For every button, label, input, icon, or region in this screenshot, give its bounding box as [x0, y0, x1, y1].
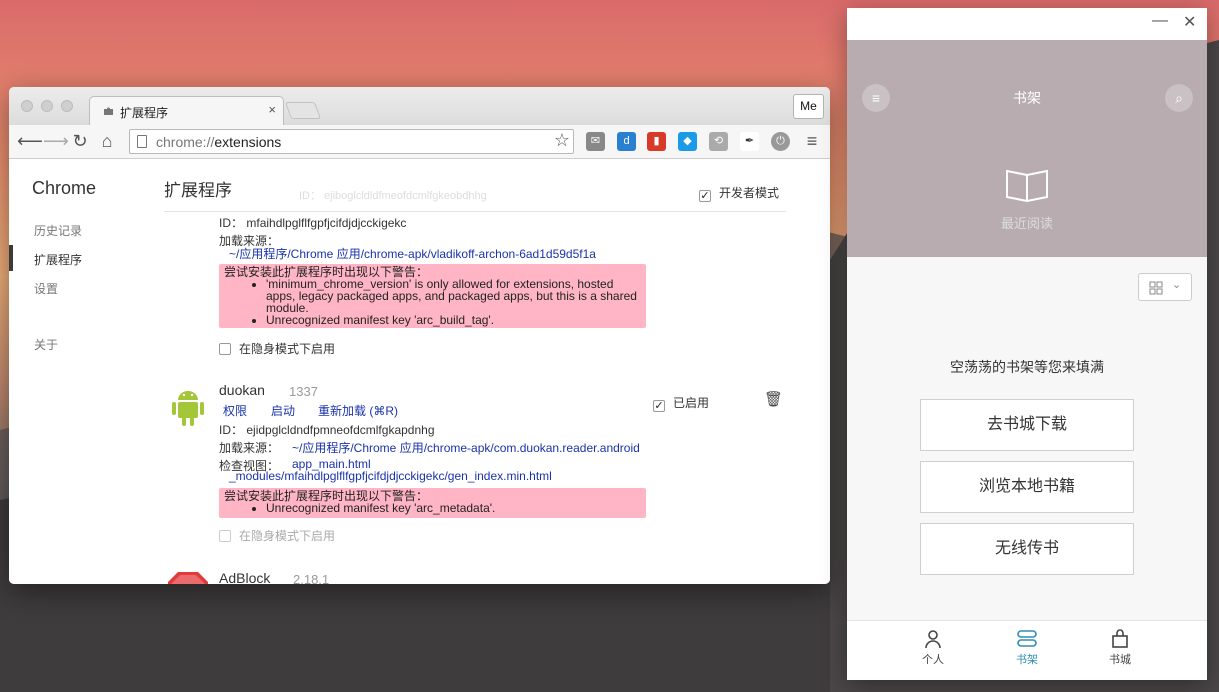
sidebar-item-settings[interactable]: 设置: [34, 280, 58, 297]
reader-title-bar: — ✕: [847, 8, 1207, 40]
ext2-inspect-view-link[interactable]: _modules/mfaihdlpglflfgpfjcifdjdjcckigek…: [229, 469, 552, 483]
tab-bookshelf[interactable]: 书架: [997, 629, 1057, 667]
toolbar: ⟵ ⟶ ↻ ⌂ chrome://extensions ☆ ✉ d ▮ ◆ ⟲ …: [9, 125, 830, 159]
bottom-tab-bar: 个人 书架 书城: [847, 620, 1207, 680]
sidebar-title: Chrome: [32, 178, 97, 198]
person-icon: [925, 630, 941, 649]
adblock-icon: [168, 572, 208, 584]
ext2-warning-item: Unrecognized manifest key 'arc_metadata'…: [266, 502, 641, 514]
new-tab-button[interactable]: [284, 102, 322, 119]
ext2-permissions-link[interactable]: 权限: [223, 402, 247, 419]
reader-header-title: 书架: [1013, 90, 1041, 106]
wireless-transfer-button[interactable]: 无线传书: [920, 523, 1134, 575]
tab-profile-label: 个人: [922, 654, 944, 666]
close-icon[interactable]: ✕: [1183, 12, 1196, 32]
developer-mode-checkbox[interactable]: ✓: [699, 190, 711, 202]
puzzle-icon: [104, 107, 113, 115]
address-bar[interactable]: chrome://extensions ☆: [129, 129, 574, 154]
reader-app-window: — ✕ ≡ 书架 ⌕ 最近阅读 ⌄ 空荡荡的书架等您来填满 去书城下载 浏览本地…: [847, 8, 1207, 680]
reader-header: ≡ 书架 ⌕ 最近阅读: [847, 40, 1207, 257]
extension-power-icon[interactable]: ⏻: [771, 132, 790, 151]
home-icon[interactable]: ⌂: [97, 131, 117, 151]
header-divider: [164, 211, 786, 212]
gmail-extension-icon[interactable]: ✉: [586, 132, 605, 151]
ext2-incognito-checkbox[interactable]: [219, 530, 231, 542]
ext1-incognito-checkbox[interactable]: [219, 343, 231, 355]
ext1-id: ID： mfaihdlpglflfgpfjcifdjdjcckigekc: [219, 216, 407, 230]
profile-button[interactable]: Me: [793, 94, 824, 119]
ext2-incognito-toggle[interactable]: 在隐身模式下启用: [219, 527, 335, 544]
chrome-window: 扩展程序 × Me ⟵ ⟶ ↻ ⌂ chrome://extensions ☆ …: [9, 87, 830, 584]
extensions-page: Chrome 历史记录 扩展程序 设置 关于 ID： ejiboglcldldf…: [9, 160, 830, 584]
extension-blue-icon[interactable]: d: [617, 132, 636, 151]
search-icon[interactable]: ⌕: [1165, 84, 1193, 112]
tab-bookshelf-label: 书架: [1016, 654, 1038, 666]
android-icon: [172, 391, 204, 426]
empty-shelf-text: 空荡荡的书架等您来填满: [950, 359, 1104, 375]
reload-icon[interactable]: ↻: [70, 131, 90, 151]
extension-red-icon[interactable]: ▮: [647, 132, 666, 151]
ext2-source-path[interactable]: ~/应用程序/Chrome 应用/chrome-apk/com.duokan.r…: [292, 439, 640, 456]
ext1-warning-box: 尝试安装此扩展程序时出现以下警告： 'minimum_chrome_versio…: [219, 264, 646, 328]
tab-profile[interactable]: 个人: [903, 629, 963, 667]
ext2-trash-icon[interactable]: 🗑: [764, 390, 783, 408]
ext3-version: 2.18.1: [293, 572, 330, 584]
minimize-window-button[interactable]: [41, 100, 53, 112]
extension-sync-icon[interactable]: ⟲: [709, 132, 728, 151]
ext3-name: AdBlock: [219, 570, 271, 584]
sidebar-item-about[interactable]: 关于: [34, 336, 58, 353]
close-window-button[interactable]: [21, 100, 33, 112]
zoom-window-button[interactable]: [61, 100, 73, 112]
ext1-incognito-toggle[interactable]: 在隐身模式下启用: [219, 340, 335, 357]
ext2-warning-box: 尝试安装此扩展程序时出现以下警告： Unrecognized manifest …: [219, 488, 646, 518]
ext2-enabled-toggle[interactable]: ✓ 已启用: [653, 394, 709, 412]
ext1-warning-item: Unrecognized manifest key 'arc_build_tag…: [266, 314, 641, 326]
view-mode-dropdown[interactable]: ⌄: [1138, 273, 1192, 301]
ext2-launch-link[interactable]: 启动: [271, 402, 295, 419]
shopping-bag-icon: [1112, 629, 1128, 648]
go-to-store-button[interactable]: 去书城下载: [920, 399, 1134, 451]
ext2-version: 1337: [289, 384, 318, 399]
ext2-enabled-checkbox[interactable]: ✓: [653, 400, 665, 412]
extension-pen-icon[interactable]: ✒: [740, 132, 759, 151]
browse-local-books-button[interactable]: 浏览本地书籍: [920, 461, 1134, 513]
forward-icon[interactable]: ⟶: [43, 131, 69, 151]
tab-bookstore-label: 书城: [1109, 654, 1131, 666]
extension-cyan-icon[interactable]: ◆: [678, 132, 697, 151]
tab-title: 扩展程序: [120, 106, 169, 120]
open-book-icon[interactable]: [1005, 166, 1049, 202]
developer-mode-toggle[interactable]: ✓ 开发者模式: [699, 184, 779, 202]
ext1-warning-item: 'minimum_chrome_version' is only allowed…: [266, 278, 641, 314]
tab-close-icon[interactable]: ×: [268, 102, 276, 117]
minimize-icon[interactable]: —: [1152, 12, 1168, 30]
recent-reading-label[interactable]: 最近阅读: [847, 213, 1207, 232]
title-bar: 扩展程序 × Me: [9, 87, 830, 125]
menu-icon[interactable]: ≡: [802, 131, 822, 151]
grid-icon: [1149, 281, 1163, 295]
ext1-source-path[interactable]: ~/应用程序/Chrome 应用/chrome-apk/vladikoff-ar…: [229, 245, 596, 262]
bookmark-star-icon[interactable]: ☆: [554, 130, 570, 151]
sidebar-item-history[interactable]: 历史记录: [34, 222, 82, 239]
sidebar-active-marker: [9, 245, 13, 271]
developer-mode-label: 开发者模式: [719, 186, 780, 200]
scrolled-extension-id: ID： ejiboglcldldfmeofdcmlfgkeobdhhg: [299, 190, 487, 202]
ext2-id: ID： ejidpglcldndfpmneofdcmlfgkapdnhg: [219, 423, 435, 437]
ext2-name: duokan: [219, 382, 265, 398]
back-icon[interactable]: ⟵: [17, 131, 43, 151]
sidebar-item-extensions[interactable]: 扩展程序: [34, 251, 82, 268]
url-text: chrome://extensions: [156, 134, 282, 150]
chevron-down-icon: ⌄: [1172, 279, 1182, 291]
ext2-reload-link[interactable]: 重新加载 (⌘R): [318, 402, 398, 419]
bookshelf-icon: [1017, 630, 1037, 647]
page-title: 扩展程序: [164, 181, 232, 200]
page-icon: [137, 135, 147, 148]
ext2-source: 加载来源：: [219, 441, 280, 455]
tab-extensions[interactable]: 扩展程序 ×: [89, 96, 284, 125]
tab-bookstore[interactable]: 书城: [1090, 629, 1150, 667]
